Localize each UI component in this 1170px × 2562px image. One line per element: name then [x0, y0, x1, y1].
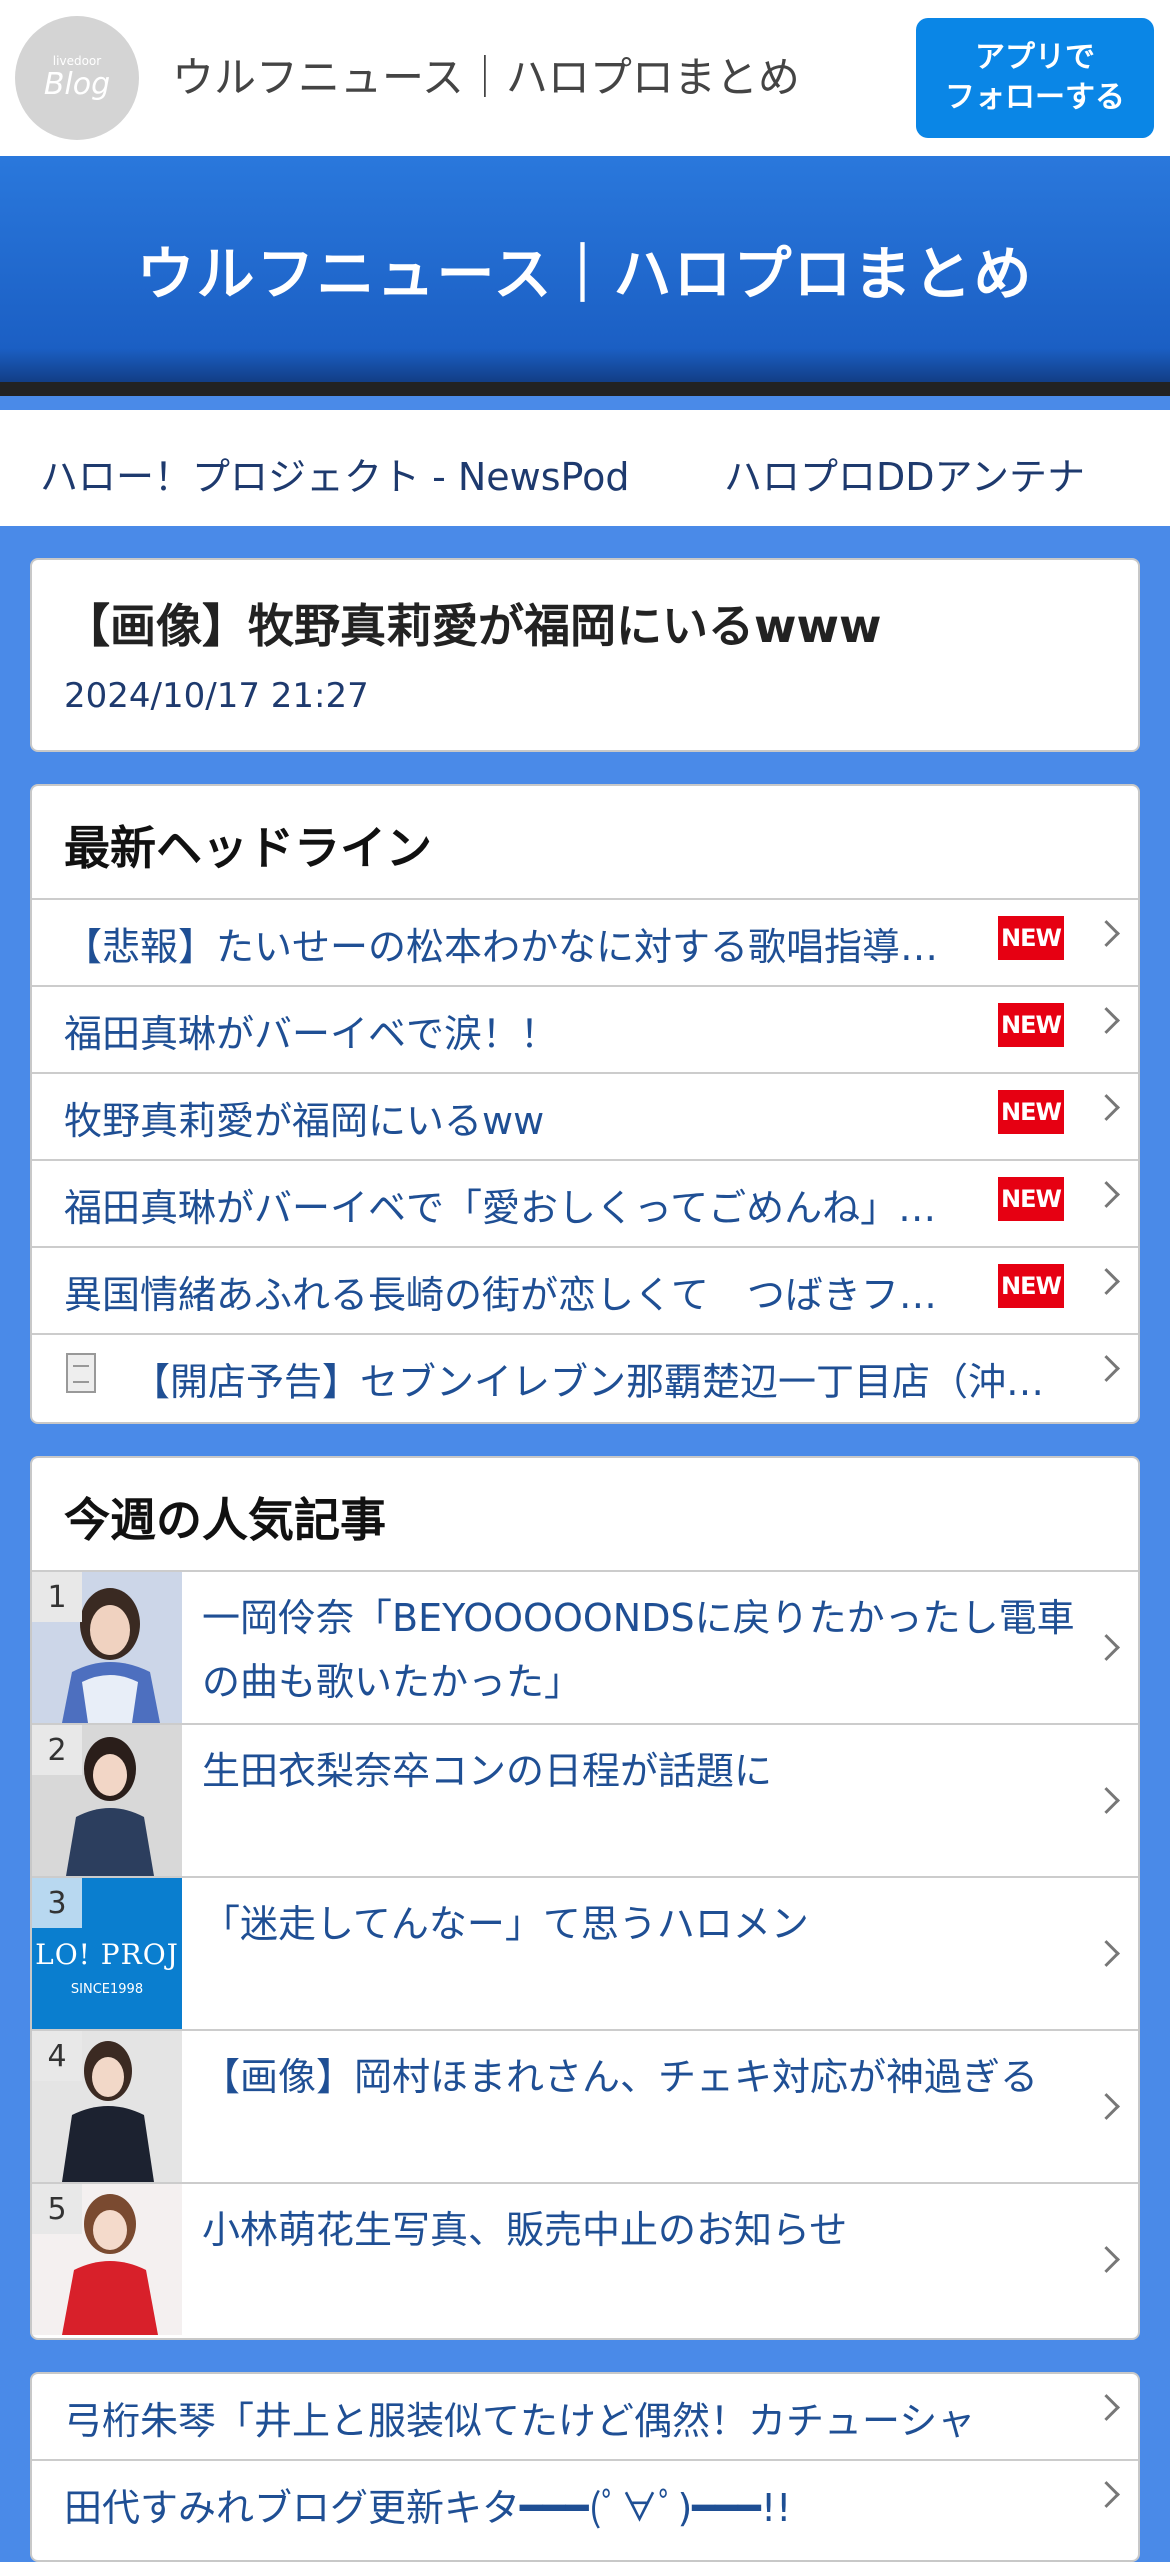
chevron-right-icon	[1093, 1268, 1120, 1295]
new-badge: NEW	[998, 1264, 1064, 1308]
popular-item[interactable]: 5 小林萌花生写真、販売中止のお知らせ	[32, 2184, 1138, 2337]
banner-title: ウルフニュース｜ハロプロまとめ	[136, 240, 1034, 308]
headline-text: 福田真琳がバーイベで涙！！	[64, 1012, 559, 1056]
chevron-right-icon	[1093, 1355, 1120, 1382]
article-thumbnail: LO! PROJ SINCE1998 3	[32, 1878, 182, 2029]
headline-item[interactable]: 福田真琳がバーイベで「愛おしくってごめんね」を歌う NEW	[32, 1161, 1138, 1248]
follow-in-app-button[interactable]: アプリで フォローする	[916, 18, 1154, 138]
antenna-links: ハロー！プロジェクト - NewsPod ハロプロDDアンテナ	[0, 410, 1170, 526]
follow-line1: アプリで	[975, 40, 1095, 75]
logo-big-text: Blog	[43, 67, 111, 102]
popular-item[interactable]: 4 【画像】岡村ほまれさん、チェキ対応が神過ぎる	[32, 2031, 1138, 2184]
new-badge: NEW	[998, 916, 1064, 960]
headline-text: 福田真琳がバーイベで「愛おしくってごめんね」を歌う	[64, 1186, 964, 1230]
headline-item[interactable]: 福田真琳がバーイベで涙！！ NEW	[32, 987, 1138, 1074]
latest-headlines-card: 最新ヘッドライン 【悲報】たいせーの松本わかなに対する歌唱指導が厳しすぎる NE…	[30, 784, 1140, 1424]
article-date: 2024/10/17 21:27	[64, 676, 369, 716]
popular-heading: 今週の人気記事	[32, 1458, 1138, 1572]
headlines-heading: 最新ヘッドライン	[32, 786, 1138, 900]
article-card: 【画像】牧野真莉愛が福岡にいるwww 2024/10/17 21:27	[30, 558, 1140, 752]
rank-badge: 1	[32, 1572, 82, 1622]
document-icon	[66, 1353, 96, 1393]
rank-badge: 3	[32, 1878, 82, 1928]
newspod-link[interactable]: ハロー！プロジェクト - NewsPod	[40, 446, 629, 501]
more-item[interactable]: 田代すみれブログ更新キタ━━━(ﾟ∀ﾟ)━━━!!	[32, 2461, 1138, 2548]
headline-item[interactable]: 【悲報】たいせーの松本わかなに対する歌唱指導が厳しすぎる NEW	[32, 900, 1138, 987]
popular-item[interactable]: 2 生田衣梨奈卒コンの日程が話題に	[32, 1725, 1138, 1878]
article-thumbnail: 5	[32, 2184, 182, 2335]
chevron-right-icon	[1093, 2394, 1120, 2421]
more-item-text: 弓桁朱琴「井上と服装似てたけど偶然！カチューシャ	[64, 2399, 976, 2443]
popular-item[interactable]: 1 一岡伶奈「BEYOOOOONDSに戻りたかったし電車の曲も歌いたかった」	[32, 1572, 1138, 1725]
dd-antenna-link[interactable]: ハロプロDDアンテナ	[724, 446, 1085, 501]
blog-banner[interactable]: ウルフニュース｜ハロプロまとめ	[0, 156, 1170, 396]
top-bar: livedoor Blog ウルフニュース｜ハロプロまとめ アプリで フォローす…	[0, 0, 1170, 156]
new-badge: NEW	[998, 1003, 1064, 1047]
new-badge: NEW	[998, 1177, 1064, 1221]
chevron-right-icon	[1093, 1094, 1120, 1121]
chevron-right-icon	[1093, 1181, 1120, 1208]
headline-item[interactable]: 牧野真莉愛が福岡にいるww NEW	[32, 1074, 1138, 1161]
logo-small-text: livedoor	[52, 54, 102, 68]
more-item[interactable]: 弓桁朱琴「井上と服装似てたけど偶然！カチューシャ	[32, 2374, 1138, 2461]
rank-badge: 5	[32, 2184, 82, 2234]
article-title[interactable]: 【画像】牧野真莉愛が福岡にいるwww	[64, 590, 882, 656]
popular-title: 【画像】岡村ほまれさん、チェキ対応が神過ぎる	[202, 2055, 1039, 2099]
article-thumbnail: 4	[32, 2031, 182, 2182]
new-badge: NEW	[998, 1090, 1064, 1134]
popular-title: 一岡伶奈「BEYOOOOONDSに戻りたかったし電車の曲も歌いたかった」	[202, 1596, 1075, 1704]
rank-badge: 2	[32, 1725, 82, 1775]
headline-text: 【開店予告】セブンイレブン那覇楚辺一丁目店（沖縄県）	[132, 1360, 1082, 1404]
article-thumbnail: 1	[32, 1572, 182, 1723]
headline-item[interactable]: 【開店予告】セブンイレブン那覇楚辺一丁目店（沖縄県）	[32, 1335, 1138, 1422]
popular-title: 小林萌花生写真、販売中止のお知らせ	[202, 2208, 848, 2252]
headline-text: 異国情緒あふれる長崎の街が恋しくて つばきファクトリー	[64, 1273, 964, 1317]
thumbnail-logo-text: LO! PROJ	[35, 1938, 179, 1971]
headline-text: 【悲報】たいせーの松本わかなに対する歌唱指導が厳しすぎる	[64, 925, 964, 969]
popular-title: 生田衣梨奈卒コンの日程が話題に	[202, 1749, 773, 1793]
rank-badge: 4	[32, 2031, 82, 2081]
headline-item[interactable]: 異国情緒あふれる長崎の街が恋しくて つばきファクトリー NEW	[32, 1248, 1138, 1335]
more-item-text: 田代すみれブログ更新キタ━━━(ﾟ∀ﾟ)━━━!!	[64, 2486, 792, 2530]
more-articles-card: 弓桁朱琴「井上と服装似てたけど偶然！カチューシャ 田代すみれブログ更新キタ━━━…	[30, 2372, 1140, 2562]
popular-title: 「迷走してんなー」て思うハロメン	[202, 1902, 809, 1946]
chevron-right-icon	[1093, 920, 1120, 947]
headline-text: 牧野真莉愛が福岡にいるww	[64, 1099, 545, 1143]
chevron-right-icon	[1093, 2481, 1120, 2508]
chevron-right-icon	[1093, 1007, 1120, 1034]
popular-item[interactable]: LO! PROJ SINCE1998 3 「迷走してんなー」て思うハロメン	[32, 1878, 1138, 2031]
article-thumbnail: 2	[32, 1725, 182, 1876]
site-title[interactable]: ウルフニュース｜ハロプロまとめ	[172, 44, 800, 105]
weekly-popular-card: 今週の人気記事 1 一岡伶奈「BEYOOOOONDSに戻りたかったし電車の曲も歌…	[30, 1456, 1140, 2340]
thumbnail-logo-subtext: SINCE1998	[70, 1982, 144, 1997]
livedoor-blog-logo[interactable]: livedoor Blog	[15, 16, 139, 140]
follow-line2: フォローする	[945, 80, 1125, 115]
